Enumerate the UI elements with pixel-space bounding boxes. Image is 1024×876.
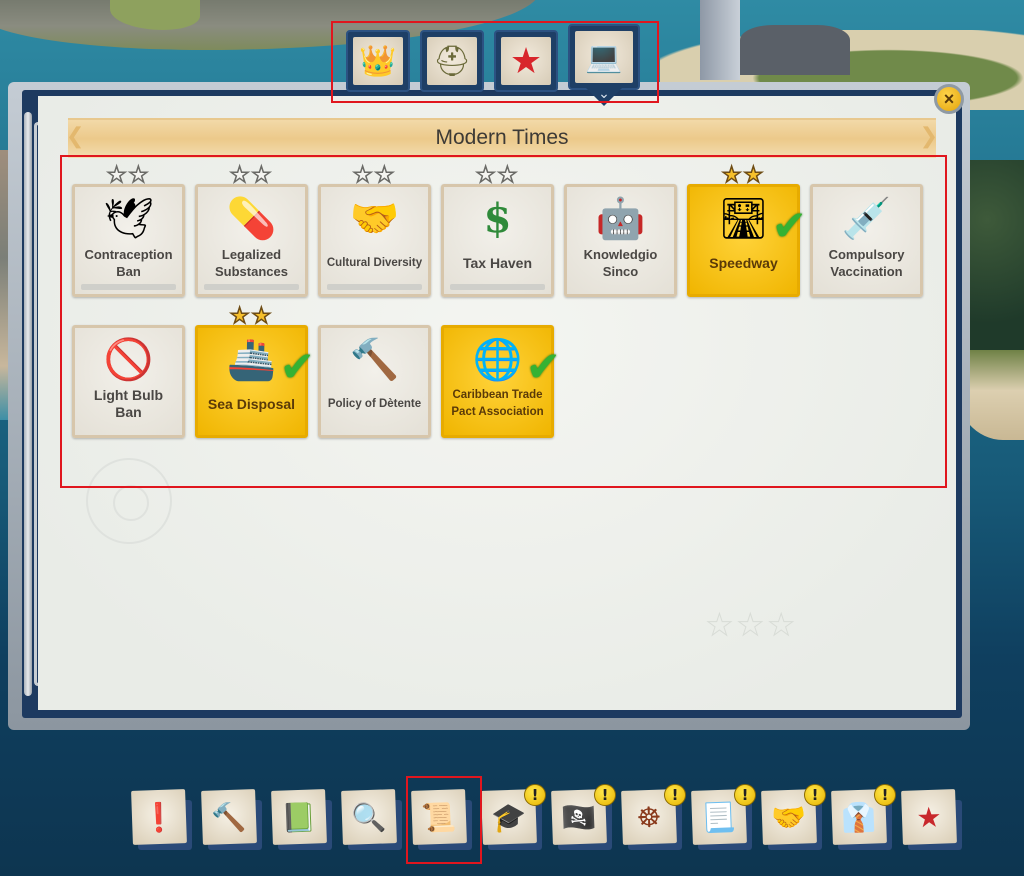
policy-card[interactable]: ★★ 🛣 Speedway ✔	[687, 164, 807, 297]
policy-card[interactable]: 🚫 Light Bulb Ban	[72, 325, 185, 438]
scroll-icon: 📜	[411, 789, 467, 845]
policy-card[interactable]: 🔨 Policy of Dètente	[318, 325, 431, 438]
rating-stars: ★★	[690, 163, 797, 188]
policy-label: Speedway	[709, 254, 778, 271]
policy-label: Legalized Substances	[215, 247, 288, 279]
exclamation-icon: ❗	[131, 789, 187, 845]
toolbar-button-ministry[interactable]: 👔!	[831, 784, 896, 850]
tower-building	[700, 0, 740, 80]
bottom-toolbar: ❗ 🔨 📗 🔍 📜 🎓! 🏴‍☠️! ☸! 📃! 🤝! 👔! ★	[131, 784, 962, 856]
progress-bar	[327, 284, 422, 290]
alert-badge-icon: !	[734, 784, 756, 806]
policy-label: Contraception Ban	[84, 247, 173, 279]
policy-card[interactable]: ★★ 🕊 Contraception Ban	[72, 164, 185, 297]
policy-label: Sea Disposal	[207, 395, 296, 412]
toolbar-button-trade[interactable]: ☸!	[621, 784, 686, 850]
policy-card[interactable]: ★★ 🤝 Cultural Diversity	[318, 164, 431, 297]
robot-icon: 🤖	[595, 196, 646, 242]
checkmark-icon: ✔	[771, 201, 807, 250]
seal-watermark	[86, 458, 172, 544]
faction-star-icon: ★	[901, 789, 957, 845]
close-icon: ×	[943, 88, 955, 109]
toolbar-button-edicts[interactable]: 📜	[411, 786, 472, 850]
policy-label: Knowledgio Sinco	[583, 247, 658, 279]
progress-bar	[204, 284, 299, 290]
policy-card[interactable]: 🌐 Caribbean Trade Pact Association ✔	[441, 325, 561, 438]
star-icon: ★	[229, 304, 252, 329]
star-icon: ★	[721, 163, 744, 188]
policy-card[interactable]: ★★ 💊 Legalized Substances	[195, 164, 308, 297]
policy-label: Light Bulb Ban	[93, 387, 164, 420]
red-star-icon: ★	[501, 37, 551, 85]
toolbar-button-almanac[interactable]: 📗	[271, 786, 332, 850]
section-banner: Modern Times	[66, 118, 938, 158]
alert-badge-icon: !	[594, 784, 616, 806]
rating-stars: ★★	[75, 163, 182, 188]
policy-card[interactable]: ★★ $ Tax Haven	[441, 164, 554, 297]
rating-stars: ★★	[198, 163, 305, 188]
chevron-down-icon: ⌄	[598, 86, 610, 102]
policy-label: Cultural Diversity	[326, 256, 423, 269]
toolbar-button-missions[interactable]: 🏴‍☠️!	[551, 784, 616, 850]
star-icon: ★	[251, 163, 274, 188]
toolbar-button-factions[interactable]: ★	[901, 786, 962, 850]
gavel-icon: 🔨	[349, 337, 400, 383]
progress-bar	[81, 284, 176, 290]
policy-label: Compulsory Vaccination	[828, 247, 905, 279]
tab-modern-times[interactable]: 💻 ⌄	[568, 24, 640, 102]
alert-badge-icon: !	[804, 784, 826, 806]
laptop-icon: 💻	[575, 31, 633, 83]
book-icon: 📗	[271, 789, 327, 845]
toolbar-button-diplomacy[interactable]: 🤝!	[761, 784, 826, 850]
checkmark-icon: ✔	[279, 342, 315, 391]
star-icon: ★	[106, 163, 129, 188]
policy-label: Tax Haven	[463, 254, 532, 271]
tab-cold-war[interactable]: ★	[494, 30, 558, 92]
tab-monarchy[interactable]: 👑	[346, 30, 410, 92]
magnifier-map-icon: 🔍	[341, 789, 397, 845]
toolbar-button-alerts[interactable]: ❗	[131, 786, 192, 850]
hands-icon: 🤝	[349, 196, 400, 242]
stadium-building	[740, 25, 850, 75]
star-icon: ★	[497, 163, 520, 188]
toolbar-button-research[interactable]: 🎓!	[481, 784, 546, 850]
policy-card[interactable]: ★★ 🚢 Sea Disposal ✔	[195, 305, 315, 438]
star-icon: ★	[128, 163, 151, 188]
close-button[interactable]: ×	[934, 84, 964, 114]
section-title: Modern Times	[435, 126, 569, 149]
tab-world-wars[interactable]: ⛑	[420, 30, 484, 92]
alert-badge-icon: !	[664, 784, 686, 806]
crown-icon: 👑	[353, 37, 403, 85]
syringe-icon: 💉	[841, 196, 892, 242]
checkmark-icon: ✔	[525, 342, 561, 391]
era-tabs: 👑 ⛑ ★ 💻 ⌄	[346, 24, 640, 102]
toolbar-button-overlays[interactable]: 🔍	[341, 786, 402, 850]
alert-badge-icon: !	[524, 784, 546, 806]
dollar-icon: $	[483, 195, 512, 242]
toolbar-button-constitution[interactable]: 📃!	[691, 784, 756, 850]
alert-badge-icon: !	[874, 784, 896, 806]
rating-stars: ★★	[198, 304, 305, 329]
stars-watermark: ★★★	[706, 608, 799, 644]
policy-card[interactable]: 💉 Compulsory Vaccination	[810, 184, 923, 297]
no-lightbulb-icon: 🚫	[103, 337, 154, 383]
star-icon: ★	[229, 163, 252, 188]
policy-label: Caribbean Trade Pact Association	[451, 389, 544, 418]
hammer-icon: 🔨	[201, 789, 257, 845]
pills-icon: 💊	[226, 196, 277, 242]
star-icon: ★	[352, 163, 375, 188]
stork-icon: 🕊	[103, 196, 154, 242]
rating-stars: ★★	[444, 163, 551, 188]
rating-stars: ★★	[321, 163, 428, 188]
helmet-icon: ⛑	[427, 37, 477, 85]
star-icon: ★	[743, 163, 766, 188]
star-icon: ★	[475, 163, 498, 188]
policy-label: Policy of Dètente	[327, 397, 422, 410]
star-icon: ★	[251, 304, 274, 329]
progress-bar	[450, 284, 545, 290]
star-icon: ★	[374, 163, 397, 188]
toolbar-button-build[interactable]: 🔨	[201, 786, 262, 850]
policy-card[interactable]: 🤖 Knowledgio Sinco	[564, 184, 677, 297]
